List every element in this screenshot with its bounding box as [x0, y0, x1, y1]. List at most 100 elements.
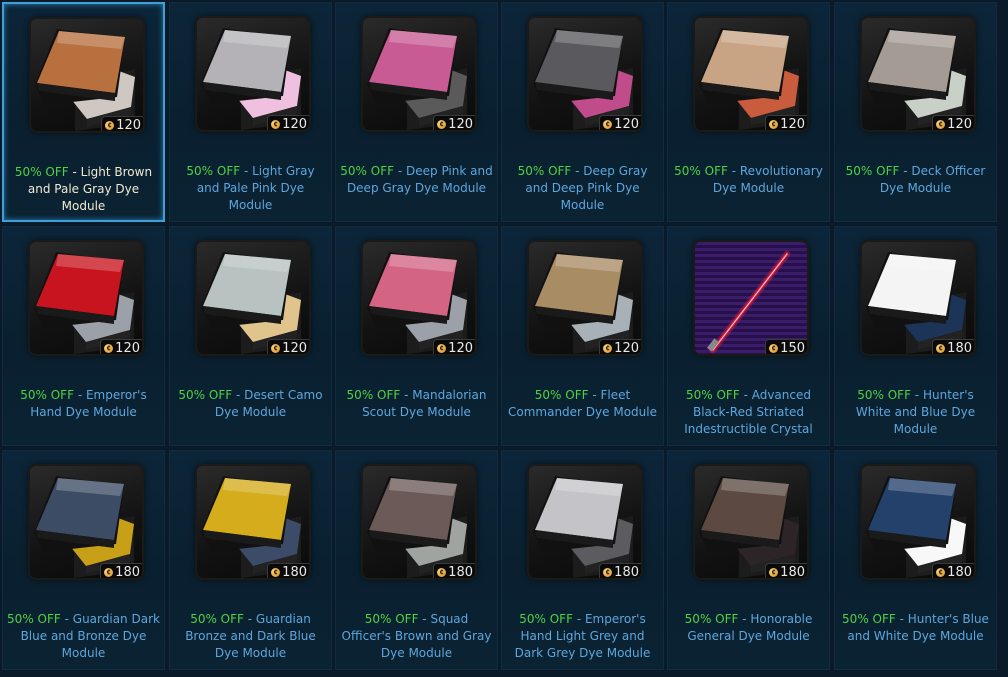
discount-text: 50% OFF [684, 612, 739, 626]
store-item-tile[interactable]: ¢ 180 50% OFF - Squad Officer's Brown and … [335, 450, 498, 670]
item-icon-frame: ¢ 150 [695, 242, 807, 354]
price-tag: ¢ 180 [765, 563, 807, 578]
price-value: 120 [448, 116, 473, 131]
item-label: 50% OFF - Fleet Commander Dye Module [508, 388, 657, 419]
price-value: 180 [282, 564, 307, 579]
price-value: 120 [614, 116, 639, 131]
cartel-coin-icon: ¢ [769, 567, 779, 577]
price-value: 180 [947, 340, 972, 355]
cartel-coin-icon: ¢ [603, 567, 613, 577]
item-label: 50% OFF - Squad Officer's Brown and Gray… [341, 612, 492, 660]
discount-text: 50% OFF [519, 612, 573, 626]
store-item-tile[interactable]: ¢ 180 50% OFF - Hunter's White and Blue Dy… [834, 226, 997, 446]
item-label: 50% OFF - Mandalorian Scout Dye Module [346, 388, 487, 419]
store-item-tile[interactable]: ¢ 180 50% OFF - Honorable General Dye Modu… [667, 450, 830, 670]
item-icon-frame: ¢ 180 [862, 466, 974, 578]
store-item-tile[interactable]: ¢ 180 50% OFF - Guardian Bronze and Dark B… [169, 450, 332, 670]
price-value: 180 [947, 564, 972, 579]
price-value: 180 [448, 564, 473, 579]
item-icon-frame: ¢ 180 [695, 466, 807, 578]
price-tag: ¢ 120 [100, 339, 142, 354]
price-value: 120 [116, 117, 141, 132]
item-icon-frame: ¢ 120 [529, 242, 641, 354]
cartel-coin-icon: ¢ [437, 119, 447, 129]
item-label: 50% OFF - Deep Gray and Deep Pink Dye Mo… [517, 164, 648, 212]
item-icon-frame: ¢ 120 [30, 242, 142, 354]
dye-swatch-icon [367, 252, 467, 354]
cartel-coin-icon: ¢ [437, 567, 447, 577]
item-icon-frame: ¢ 120 [197, 18, 309, 130]
dye-swatch-icon [699, 28, 799, 130]
price-tag: ¢ 180 [267, 563, 309, 578]
price-tag: ¢ 120 [433, 339, 475, 354]
store-item-tile[interactable]: ¢ 120 50% OFF - Emperor's Hand Dye Module [2, 226, 165, 446]
store-item-tile[interactable]: ¢ 180 50% OFF - Emperor's Hand Light Grey … [501, 450, 664, 670]
cartel-coin-icon: ¢ [603, 343, 613, 353]
item-icon-frame: ¢ 180 [30, 466, 142, 578]
store-item-tile[interactable]: ¢ 120 50% OFF - Desert Camo Dye Module [169, 226, 332, 446]
store-item-tile[interactable]: ¢ 120 50% OFF - Mandalorian Scout Dye Modu… [335, 226, 498, 446]
dye-swatch-icon [699, 476, 799, 578]
price-tag: ¢ 120 [599, 339, 641, 354]
discount-text: 50% OFF [178, 388, 233, 402]
cartel-coin-icon: ¢ [936, 119, 946, 129]
item-label: 50% OFF - Emperor's Hand Light Grey and … [514, 612, 651, 660]
cartel-coin-icon: ¢ [271, 343, 281, 353]
price-tag: ¢ 120 [433, 115, 475, 130]
dye-swatch-icon [35, 29, 135, 131]
store-item-tile[interactable]: ¢ 150 50% OFF - Advanced Black-Red Striate… [667, 226, 830, 446]
dye-swatch-icon [201, 252, 301, 354]
cartel-coin-icon: ¢ [769, 119, 779, 129]
price-tag: ¢ 120 [267, 339, 309, 354]
cartel-coin-icon: ¢ [603, 119, 613, 129]
cartel-coin-icon: ¢ [769, 343, 779, 353]
dye-swatch-icon [866, 28, 966, 130]
item-icon-frame: ¢ 120 [31, 19, 143, 131]
discount-text: 50% OFF [857, 388, 911, 402]
discount-text: 50% OFF [686, 388, 740, 402]
price-tag: ¢ 180 [433, 563, 475, 578]
item-label: 50% OFF - Desert Camo Dye Module [178, 388, 323, 419]
price-value: 120 [947, 116, 972, 131]
dye-swatch-icon [367, 476, 467, 578]
store-item-tile[interactable]: ¢ 120 50% OFF - Light Gray and Pale Pink D… [169, 2, 332, 222]
store-item-tile[interactable]: ¢ 120 50% OFF - Deep Gray and Deep Pink Dy… [501, 2, 664, 222]
price-value: 120 [780, 116, 805, 131]
item-label: 50% OFF - Light Gray and Pale Pink Dye M… [186, 164, 315, 212]
store-item-tile[interactable]: ¢ 120 50% OFF - Light Brown and Pale Gray … [2, 2, 165, 222]
discount-text: 50% OFF [14, 165, 69, 179]
dye-swatch-icon [533, 28, 633, 130]
cartel-coin-icon: ¢ [936, 567, 946, 577]
price-value: 120 [282, 116, 307, 131]
item-label: 50% OFF - Guardian Bronze and Dark Blue … [185, 612, 316, 660]
store-item-tile[interactable]: ¢ 120 50% OFF - Deep Pink and Deep Gray Dy… [335, 2, 498, 222]
price-tag: ¢ 180 [100, 563, 142, 578]
discount-text: 50% OFF [20, 388, 74, 402]
cartel-coin-icon: ¢ [105, 120, 115, 130]
dye-swatch-icon [533, 252, 633, 354]
cartel-coin-icon: ¢ [271, 567, 281, 577]
price-value: 120 [614, 340, 639, 355]
dye-module-grid: ¢ 120 50% OFF - Light Brown and Pale Gray … [0, 0, 1008, 677]
store-item-tile[interactable]: ¢ 180 50% OFF - Guardian Dark Blue and Bro… [2, 450, 165, 670]
store-item-tile[interactable]: ¢ 120 50% OFF - Revolutionary Dye Module [667, 2, 830, 222]
item-label: 50% OFF - Revolutionary Dye Module [674, 164, 823, 195]
price-value: 120 [448, 340, 473, 355]
price-tag: ¢ 180 [599, 563, 641, 578]
discount-text: 50% OFF [364, 612, 419, 626]
price-tag: ¢ 120 [932, 115, 974, 130]
discount-text: 50% OFF [7, 612, 61, 626]
item-icon-frame: ¢ 180 [862, 242, 974, 354]
discount-text: 50% OFF [190, 612, 244, 626]
discount-text: 50% OFF [186, 164, 241, 178]
store-item-tile[interactable]: ¢ 120 50% OFF - Deck Officer Dye Module [834, 2, 997, 222]
store-item-tile[interactable]: ¢ 120 50% OFF - Fleet Commander Dye Module [501, 226, 664, 446]
store-item-tile[interactable]: ¢ 180 50% OFF - Hunter's Blue and White Dy… [834, 450, 997, 670]
cartel-coin-icon: ¢ [104, 567, 114, 577]
item-icon-frame: ¢ 180 [363, 466, 475, 578]
price-tag: ¢ 120 [267, 115, 309, 130]
price-value: 150 [780, 340, 805, 355]
dye-swatch-icon [533, 476, 633, 578]
dye-swatch-icon [866, 252, 966, 354]
cartel-coin-icon: ¢ [271, 119, 281, 129]
